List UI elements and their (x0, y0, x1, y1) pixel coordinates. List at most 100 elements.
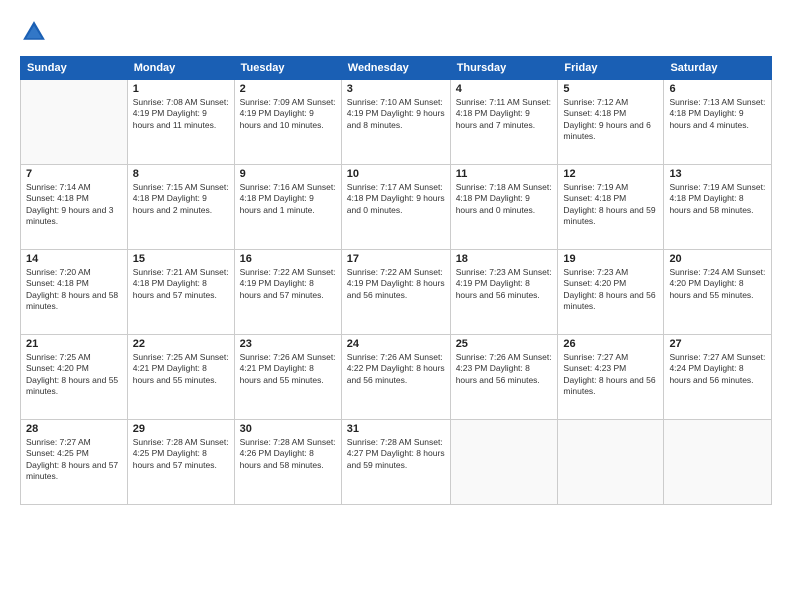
day-info: Sunrise: 7:26 AM Sunset: 4:21 PM Dayligh… (240, 352, 336, 386)
day-cell: 12 Sunrise: 7:19 AM Sunset: 4:18 PM Dayli… (558, 165, 664, 250)
day-info: Sunrise: 7:16 AM Sunset: 4:18 PM Dayligh… (240, 182, 336, 216)
logo-icon (20, 18, 48, 46)
day-number: 11 (456, 168, 553, 180)
day-info: Sunrise: 7:25 AM Sunset: 4:20 PM Dayligh… (26, 352, 122, 398)
day-number: 3 (347, 83, 445, 95)
day-number: 2 (240, 83, 336, 95)
weekday-header-cell: Monday (127, 57, 234, 80)
day-info: Sunrise: 7:09 AM Sunset: 4:19 PM Dayligh… (240, 97, 336, 131)
day-number: 17 (347, 253, 445, 265)
day-cell: 16Sunrise: 7:22 AM Sunset: 4:19 PM Dayli… (234, 250, 341, 335)
day-info: Sunrise: 7:22 AM Sunset: 4:19 PM Dayligh… (240, 267, 336, 301)
day-info: Sunrise: 7:26 AM Sunset: 4:23 PM Dayligh… (456, 352, 553, 386)
day-number: 30 (240, 423, 336, 435)
day-info: Sunrise: 7:19 AM Sunset: 4:18 PM Dayligh… (563, 182, 658, 228)
weekday-header-cell: Tuesday (234, 57, 341, 80)
day-info: Sunrise: 7:18 AM Sunset: 4:18 PM Dayligh… (456, 182, 553, 216)
day-info: Sunrise: 7:19 AM Sunset: 4:18 PM Dayligh… (669, 182, 766, 216)
day-info: Sunrise: 7:23 AM Sunset: 4:19 PM Dayligh… (456, 267, 553, 301)
day-cell (450, 420, 558, 505)
day-number: 20 (669, 253, 766, 265)
day-cell: 1 Sunrise: 7:08 AM Sunset: 4:19 PM Daylig… (127, 80, 234, 165)
day-cell: 13 Sunrise: 7:19 AM Sunset: 4:18 PM Dayli… (664, 165, 772, 250)
day-info: Sunrise: 7:11 AM Sunset: 4:18 PM Dayligh… (456, 97, 553, 131)
weekday-header-cell: Wednesday (341, 57, 450, 80)
day-cell: 21Sunrise: 7:25 AM Sunset: 4:20 PM Dayli… (21, 335, 128, 420)
day-cell: 24 Sunrise: 7:26 AM Sunset: 4:22 PM Dayli… (341, 335, 450, 420)
calendar-body: 1 Sunrise: 7:08 AM Sunset: 4:19 PM Daylig… (21, 80, 772, 505)
day-info: Sunrise: 7:23 AM Sunset: 4:20 PM Dayligh… (563, 267, 658, 313)
day-cell (21, 80, 128, 165)
day-cell: 17 Sunrise: 7:22 AM Sunset: 4:19 PM Dayli… (341, 250, 450, 335)
day-number: 8 (133, 168, 229, 180)
day-number: 14 (26, 253, 122, 265)
day-number: 12 (563, 168, 658, 180)
day-cell: 20Sunrise: 7:24 AM Sunset: 4:20 PM Dayli… (664, 250, 772, 335)
day-info: Sunrise: 7:26 AM Sunset: 4:22 PM Dayligh… (347, 352, 445, 386)
day-number: 28 (26, 423, 122, 435)
day-number: 9 (240, 168, 336, 180)
day-info: Sunrise: 7:25 AM Sunset: 4:21 PM Dayligh… (133, 352, 229, 386)
day-cell (558, 420, 664, 505)
day-number: 29 (133, 423, 229, 435)
week-row: 14 Sunrise: 7:20 AM Sunset: 4:18 PM Dayli… (21, 250, 772, 335)
day-info: Sunrise: 7:27 AM Sunset: 4:23 PM Dayligh… (563, 352, 658, 398)
day-cell: 2 Sunrise: 7:09 AM Sunset: 4:19 PM Daylig… (234, 80, 341, 165)
day-number: 26 (563, 338, 658, 350)
week-row: 7Sunrise: 7:14 AM Sunset: 4:18 PM Daylig… (21, 165, 772, 250)
day-cell: 7Sunrise: 7:14 AM Sunset: 4:18 PM Daylig… (21, 165, 128, 250)
day-number: 24 (347, 338, 445, 350)
weekday-header-cell: Thursday (450, 57, 558, 80)
day-cell: 25 Sunrise: 7:26 AM Sunset: 4:23 PM Dayli… (450, 335, 558, 420)
day-cell: 11 Sunrise: 7:18 AM Sunset: 4:18 PM Dayli… (450, 165, 558, 250)
day-info: Sunrise: 7:13 AM Sunset: 4:18 PM Dayligh… (669, 97, 766, 131)
day-info: Sunrise: 7:22 AM Sunset: 4:19 PM Dayligh… (347, 267, 445, 301)
week-row: 1 Sunrise: 7:08 AM Sunset: 4:19 PM Daylig… (21, 80, 772, 165)
day-number: 25 (456, 338, 553, 350)
day-cell: 15 Sunrise: 7:21 AM Sunset: 4:18 PM Dayli… (127, 250, 234, 335)
page: SundayMondayTuesdayWednesdayThursdayFrid… (0, 0, 792, 612)
day-cell: 3 Sunrise: 7:10 AM Sunset: 4:19 PM Daylig… (341, 80, 450, 165)
day-info: Sunrise: 7:08 AM Sunset: 4:19 PM Dayligh… (133, 97, 229, 131)
day-cell: 23 Sunrise: 7:26 AM Sunset: 4:21 PM Dayli… (234, 335, 341, 420)
week-row: 28 Sunrise: 7:27 AM Sunset: 4:25 PM Dayli… (21, 420, 772, 505)
weekday-header: SundayMondayTuesdayWednesdayThursdayFrid… (21, 57, 772, 80)
day-cell: 26 Sunrise: 7:27 AM Sunset: 4:23 PM Dayli… (558, 335, 664, 420)
day-cell: 10 Sunrise: 7:17 AM Sunset: 4:18 PM Dayli… (341, 165, 450, 250)
day-info: Sunrise: 7:27 AM Sunset: 4:25 PM Dayligh… (26, 437, 122, 483)
day-cell: 18 Sunrise: 7:23 AM Sunset: 4:19 PM Dayli… (450, 250, 558, 335)
day-number: 23 (240, 338, 336, 350)
weekday-header-cell: Friday (558, 57, 664, 80)
day-info: Sunrise: 7:27 AM Sunset: 4:24 PM Dayligh… (669, 352, 766, 386)
day-info: Sunrise: 7:21 AM Sunset: 4:18 PM Dayligh… (133, 267, 229, 301)
day-number: 10 (347, 168, 445, 180)
calendar: SundayMondayTuesdayWednesdayThursdayFrid… (20, 56, 772, 505)
day-cell: 4Sunrise: 7:11 AM Sunset: 4:18 PM Daylig… (450, 80, 558, 165)
day-cell: 19 Sunrise: 7:23 AM Sunset: 4:20 PM Dayli… (558, 250, 664, 335)
day-cell: 27Sunrise: 7:27 AM Sunset: 4:24 PM Dayli… (664, 335, 772, 420)
day-number: 13 (669, 168, 766, 180)
day-info: Sunrise: 7:20 AM Sunset: 4:18 PM Dayligh… (26, 267, 122, 313)
day-cell: 6Sunrise: 7:13 AM Sunset: 4:18 PM Daylig… (664, 80, 772, 165)
weekday-header-cell: Sunday (21, 57, 128, 80)
day-number: 1 (133, 83, 229, 95)
day-cell: 8 Sunrise: 7:15 AM Sunset: 4:18 PM Daylig… (127, 165, 234, 250)
day-number: 15 (133, 253, 229, 265)
weekday-header-cell: Saturday (664, 57, 772, 80)
header (20, 18, 772, 46)
day-number: 18 (456, 253, 553, 265)
day-cell: 14 Sunrise: 7:20 AM Sunset: 4:18 PM Dayli… (21, 250, 128, 335)
day-info: Sunrise: 7:15 AM Sunset: 4:18 PM Dayligh… (133, 182, 229, 216)
day-number: 22 (133, 338, 229, 350)
day-info: Sunrise: 7:28 AM Sunset: 4:26 PM Dayligh… (240, 437, 336, 471)
day-cell (664, 420, 772, 505)
day-number: 7 (26, 168, 122, 180)
day-info: Sunrise: 7:10 AM Sunset: 4:19 PM Dayligh… (347, 97, 445, 131)
day-number: 19 (563, 253, 658, 265)
day-info: Sunrise: 7:17 AM Sunset: 4:18 PM Dayligh… (347, 182, 445, 216)
day-cell: 31Sunrise: 7:28 AM Sunset: 4:27 PM Dayli… (341, 420, 450, 505)
logo (20, 18, 50, 46)
week-row: 21Sunrise: 7:25 AM Sunset: 4:20 PM Dayli… (21, 335, 772, 420)
day-info: Sunrise: 7:28 AM Sunset: 4:25 PM Dayligh… (133, 437, 229, 471)
day-info: Sunrise: 7:12 AM Sunset: 4:18 PM Dayligh… (563, 97, 658, 143)
